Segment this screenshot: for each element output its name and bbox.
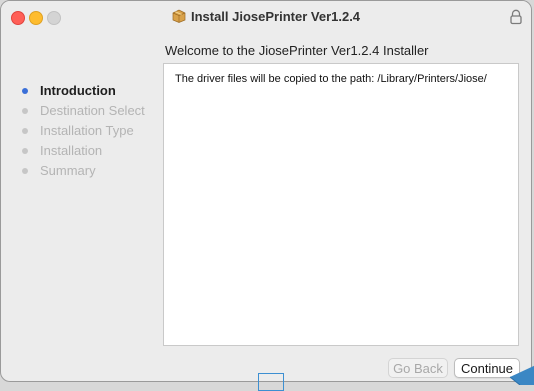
step-label: Summary bbox=[40, 163, 96, 178]
go-back-button[interactable]: Go Back bbox=[388, 358, 448, 378]
installer-window: Install JiosePrinter Ver1.2.4 Welcome to… bbox=[0, 0, 532, 382]
content-message: The driver files will be copied to the p… bbox=[175, 73, 487, 85]
installer-steps-sidebar: Introduction Destination Select Installa… bbox=[1, 81, 161, 181]
step-installation: Installation bbox=[1, 141, 161, 161]
step-label: Introduction bbox=[40, 83, 116, 98]
step-summary: Summary bbox=[1, 161, 161, 181]
step-bullet-icon bbox=[22, 88, 28, 94]
step-destination-select: Destination Select bbox=[1, 101, 161, 121]
step-bullet-icon bbox=[22, 148, 28, 154]
step-label: Destination Select bbox=[40, 103, 145, 118]
window-title: Install JiosePrinter Ver1.2.4 bbox=[190, 9, 361, 24]
installer-heading: Welcome to the JiosePrinter Ver1.2.4 Ins… bbox=[165, 43, 429, 58]
step-bullet-icon bbox=[22, 128, 28, 134]
step-bullet-icon bbox=[22, 168, 28, 174]
highlight-box bbox=[258, 373, 284, 391]
pointer-arrow-icon bbox=[509, 365, 534, 385]
title-bar[interactable]: Install JiosePrinter Ver1.2.4 bbox=[1, 1, 531, 35]
lock-icon bbox=[509, 9, 523, 25]
package-icon bbox=[172, 9, 186, 26]
step-bullet-icon bbox=[22, 108, 28, 114]
step-label: Installation Type bbox=[40, 123, 134, 138]
step-label: Installation bbox=[40, 143, 103, 158]
step-installation-type: Installation Type bbox=[1, 121, 161, 141]
window-title-group: Install JiosePrinter Ver1.2.4 bbox=[1, 9, 531, 26]
step-introduction: Introduction bbox=[1, 81, 161, 101]
content-pane[interactable]: The driver files will be copied to the p… bbox=[163, 63, 519, 346]
